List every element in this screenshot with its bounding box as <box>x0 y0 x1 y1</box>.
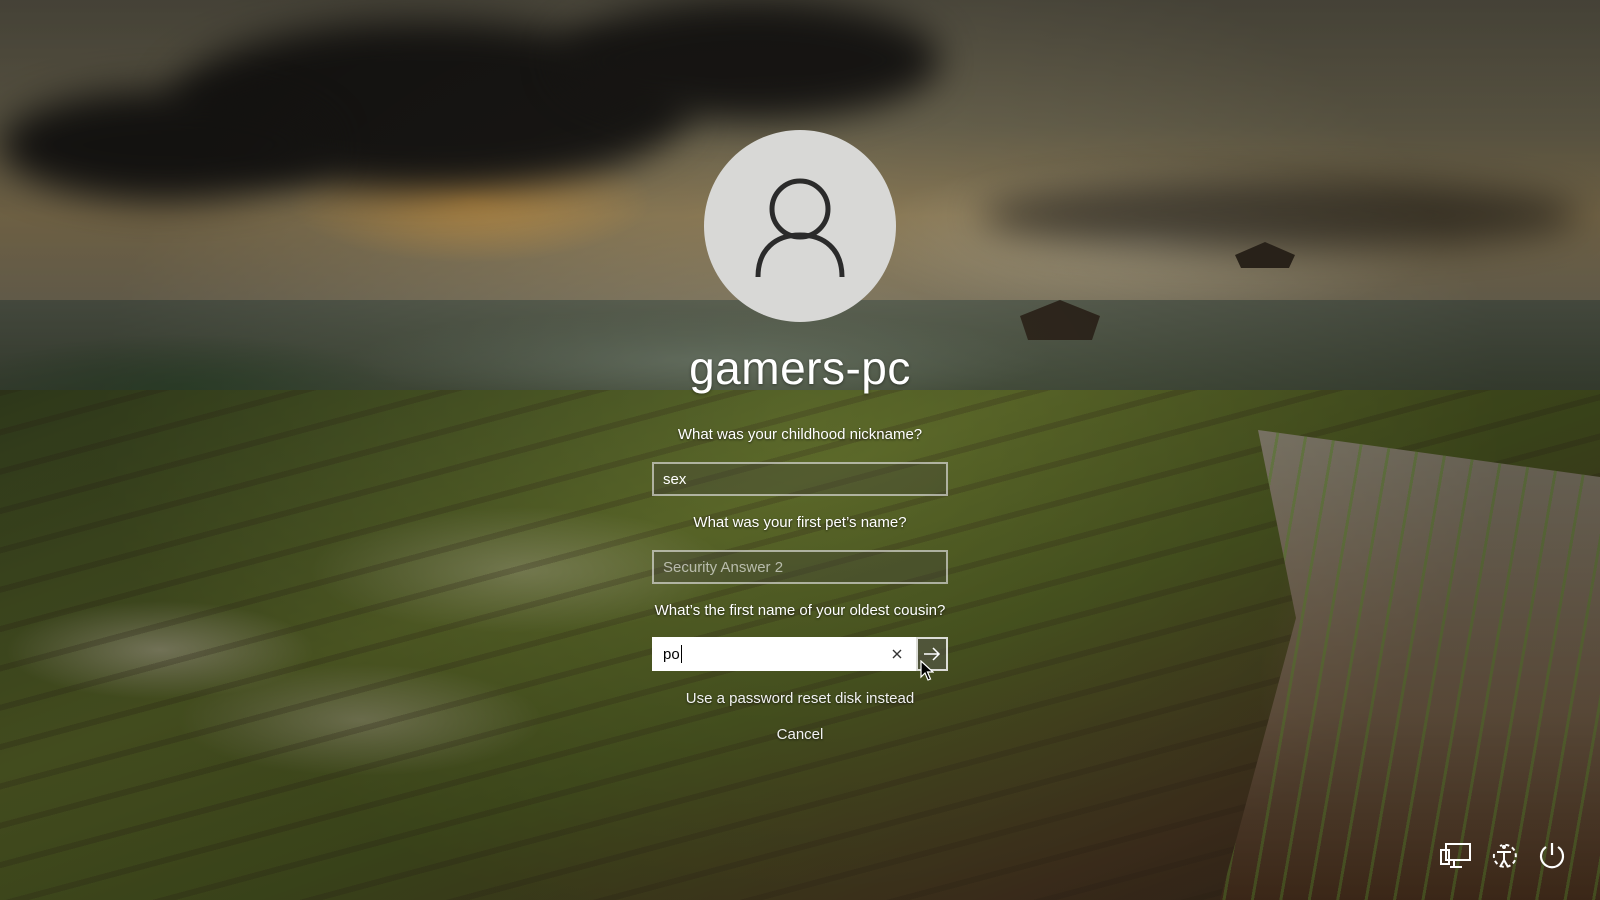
security-answer-3-value: po <box>663 645 680 663</box>
close-icon <box>892 649 902 659</box>
ease-of-access-icon <box>1492 843 1517 868</box>
arrow-right-icon <box>924 647 941 661</box>
account-name: gamers-pc <box>689 342 911 394</box>
security-question-2: What was your first pet’s name? <box>693 514 907 531</box>
user-avatar <box>704 130 896 322</box>
power-icon <box>1539 843 1565 869</box>
security-answer-1-value: sex <box>663 470 687 488</box>
power-button[interactable] <box>1534 838 1570 874</box>
security-answer-3-field[interactable]: po <box>652 637 916 671</box>
security-answer-2-placeholder: Security Answer 2 <box>663 558 784 576</box>
security-answer-1-field[interactable]: sex <box>652 462 948 496</box>
reset-disk-link[interactable]: Use a password reset disk instead <box>600 689 1000 709</box>
network-icon <box>1440 843 1471 868</box>
ease-of-access-button[interactable] <box>1486 838 1522 874</box>
security-answer-2-field[interactable]: Security Answer 2 <box>652 550 948 584</box>
mouse-cursor-icon <box>920 660 934 681</box>
security-question-3: What’s the first name of your oldest cou… <box>654 602 946 619</box>
user-icon <box>755 178 845 278</box>
network-button[interactable] <box>1438 838 1474 874</box>
text-caret <box>680 645 682 663</box>
clear-text-button[interactable] <box>888 645 906 663</box>
security-question-1: What was your childhood nickname? <box>677 426 923 443</box>
cancel-link[interactable]: Cancel <box>600 725 1000 745</box>
